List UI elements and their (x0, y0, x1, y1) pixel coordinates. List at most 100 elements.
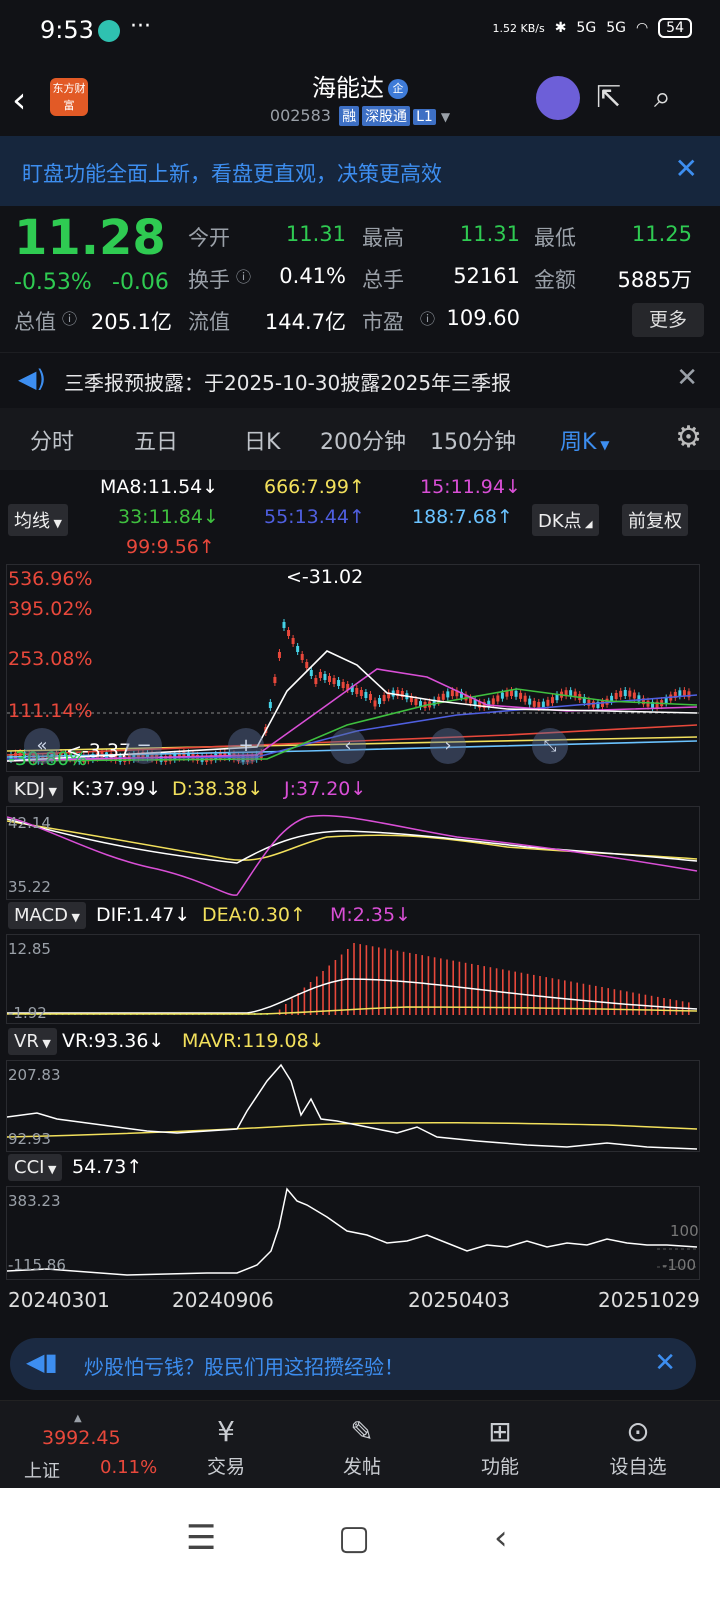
tab-daily[interactable]: 日K (244, 424, 280, 456)
candle-body (441, 693, 445, 700)
tab-weekly-label: 周K (560, 430, 597, 455)
feature-banner[interactable]: 盯盘功能全面上新，看盘更直观，决策更高效 ✕ (0, 136, 720, 206)
ma-switch[interactable]: 均线 ▼ (8, 504, 68, 536)
candle-body (291, 638, 295, 644)
pe-value: 109.60 (446, 306, 520, 330)
edit-icon: ✎ (350, 1415, 374, 1448)
tab-150min[interactable]: 150分钟 (430, 424, 516, 456)
candle-body (601, 700, 604, 707)
candle-body (318, 672, 322, 678)
candle-body (537, 701, 541, 708)
index-name: 上证 (24, 1461, 60, 1482)
nav-functions[interactable]: ⊞ 功能 (450, 1415, 550, 1479)
prev-icon[interactable]: ‹ (330, 728, 366, 764)
cci-name: CCI (14, 1157, 45, 1178)
kdj-j-line (7, 814, 698, 896)
scroll-left-icon[interactable]: « (24, 728, 60, 764)
zoom-in-icon[interactable]: + (228, 728, 264, 764)
candle-body (623, 690, 627, 697)
signal-5g-a: 5G (576, 20, 597, 36)
kdj-chart[interactable] (6, 806, 700, 900)
candle-body (282, 622, 286, 628)
notice-text: 三季报预披露：于2025-10-30披露2025年三季报 (64, 371, 512, 395)
ma188-value: 188:7.68↑ (412, 506, 513, 528)
promo-bar[interactable]: ◀▮ 炒股怕亏钱？股民们用这招攒经验！ ✕ (10, 1338, 696, 1390)
menu-icon[interactable]: ☰ (186, 1518, 216, 1558)
kdj-switch[interactable]: KDJ ▼ (8, 776, 63, 803)
tag-connect: 深股通 (362, 106, 411, 126)
adjust-button[interactable]: 前复权 (622, 504, 688, 536)
tab-weekly[interactable]: 周K ▼ (560, 424, 609, 456)
more-button[interactable]: 更多 (632, 303, 704, 337)
float-value: 144.7亿 (264, 310, 346, 334)
close-icon[interactable]: ✕ (676, 363, 698, 393)
y-label-2: 395.02% (8, 598, 93, 620)
nav-functions-label: 功能 (480, 1456, 519, 1478)
nav-post[interactable]: ✎ 发帖 (312, 1415, 412, 1479)
vr-chart[interactable] (6, 1060, 700, 1152)
tab-five-day[interactable]: 五日 (134, 424, 178, 456)
gear-icon[interactable]: ⚙ (675, 420, 702, 455)
candle-body (368, 694, 372, 700)
high-value: 11.31 (459, 222, 520, 246)
macd-bottom: -1.92 (8, 1004, 47, 1022)
stock-header: ‹ 东方财富 海能达企 002583 融深股通 L1 ▼ ⇱ ⌕ (0, 62, 720, 136)
dk-label: DK点 (538, 511, 582, 532)
enterprise-badge-icon: 企 (388, 79, 408, 99)
candle-body (500, 692, 504, 699)
kdj-name: KDJ (14, 779, 45, 800)
assistant-avatar-icon[interactable] (536, 76, 580, 120)
search-icon[interactable]: ⌕ (654, 80, 671, 115)
nav-add-watch[interactable]: ⊙ 设自选 (588, 1415, 688, 1479)
candle-body (273, 677, 277, 683)
fullscreen-icon[interactable]: ⤡ (532, 728, 568, 764)
candle-body (378, 698, 382, 705)
next-icon[interactable]: › (430, 728, 466, 764)
chevron-down-icon: ▼ (38, 1037, 51, 1050)
info-icon[interactable]: ⓘ (62, 308, 77, 329)
y-label-4: 111.14% (8, 700, 93, 722)
cci-chart[interactable] (6, 1186, 700, 1280)
vr-switch[interactable]: VR ▼ (8, 1028, 57, 1055)
vr-value: VR:93.36↓ (62, 1030, 165, 1052)
share-icon[interactable]: ⇱ (596, 80, 621, 115)
close-icon[interactable]: ✕ (654, 1348, 676, 1378)
candle-body (496, 695, 500, 702)
candle-body (382, 695, 386, 702)
macd-chart[interactable] (6, 934, 700, 1024)
chevron-down-icon: ▼ (44, 1163, 57, 1176)
candle-body (287, 630, 291, 636)
dk-point-button[interactable]: DK点 ◢ (532, 504, 599, 536)
candle-body (519, 692, 523, 699)
home-icon[interactable]: ▢ (338, 1518, 370, 1558)
close-icon[interactable]: ✕ (675, 152, 698, 185)
chevron-down-icon: ▼ (50, 517, 62, 530)
macd-switch[interactable]: MACD ▼ (8, 902, 86, 929)
info-icon[interactable]: ⓘ (236, 266, 251, 287)
candle-body (546, 699, 550, 706)
zoom-out-icon[interactable]: − (126, 728, 162, 764)
nav-trade[interactable]: ¥ 交易 (176, 1415, 276, 1479)
candle-body (446, 691, 450, 698)
corner-arrow-icon: ◢ (581, 519, 593, 530)
dropdown-icon[interactable]: ▼ (441, 110, 450, 124)
info-icon[interactable]: ⓘ (420, 308, 435, 329)
high-label: 最高 (362, 226, 404, 250)
cci-switch[interactable]: CCI ▼ (8, 1154, 63, 1181)
back-nav-icon[interactable]: ‹ (494, 1518, 508, 1558)
candle-body (632, 692, 636, 699)
signal-5g-b: 5G (606, 20, 626, 36)
candle-body (364, 692, 368, 698)
tab-intraday[interactable]: 分时 (30, 424, 74, 456)
clock: 9:53 (40, 16, 94, 44)
notice-bar[interactable]: ◀) 三季报预披露：于2025-10-30披露2025年三季报 ✕ (0, 352, 720, 410)
tab-200min[interactable]: 200分钟 (320, 424, 406, 456)
candle-body (491, 698, 495, 705)
nav-post-label: 发帖 (342, 1456, 381, 1478)
candle-body (332, 678, 336, 684)
speaker-icon: ◀) (18, 365, 46, 393)
float-label: 流值 (188, 310, 230, 334)
candle-body (314, 678, 318, 684)
candle-body (550, 697, 554, 704)
cci-legend: CCI ▼ 54.73↑ (0, 1152, 720, 1184)
